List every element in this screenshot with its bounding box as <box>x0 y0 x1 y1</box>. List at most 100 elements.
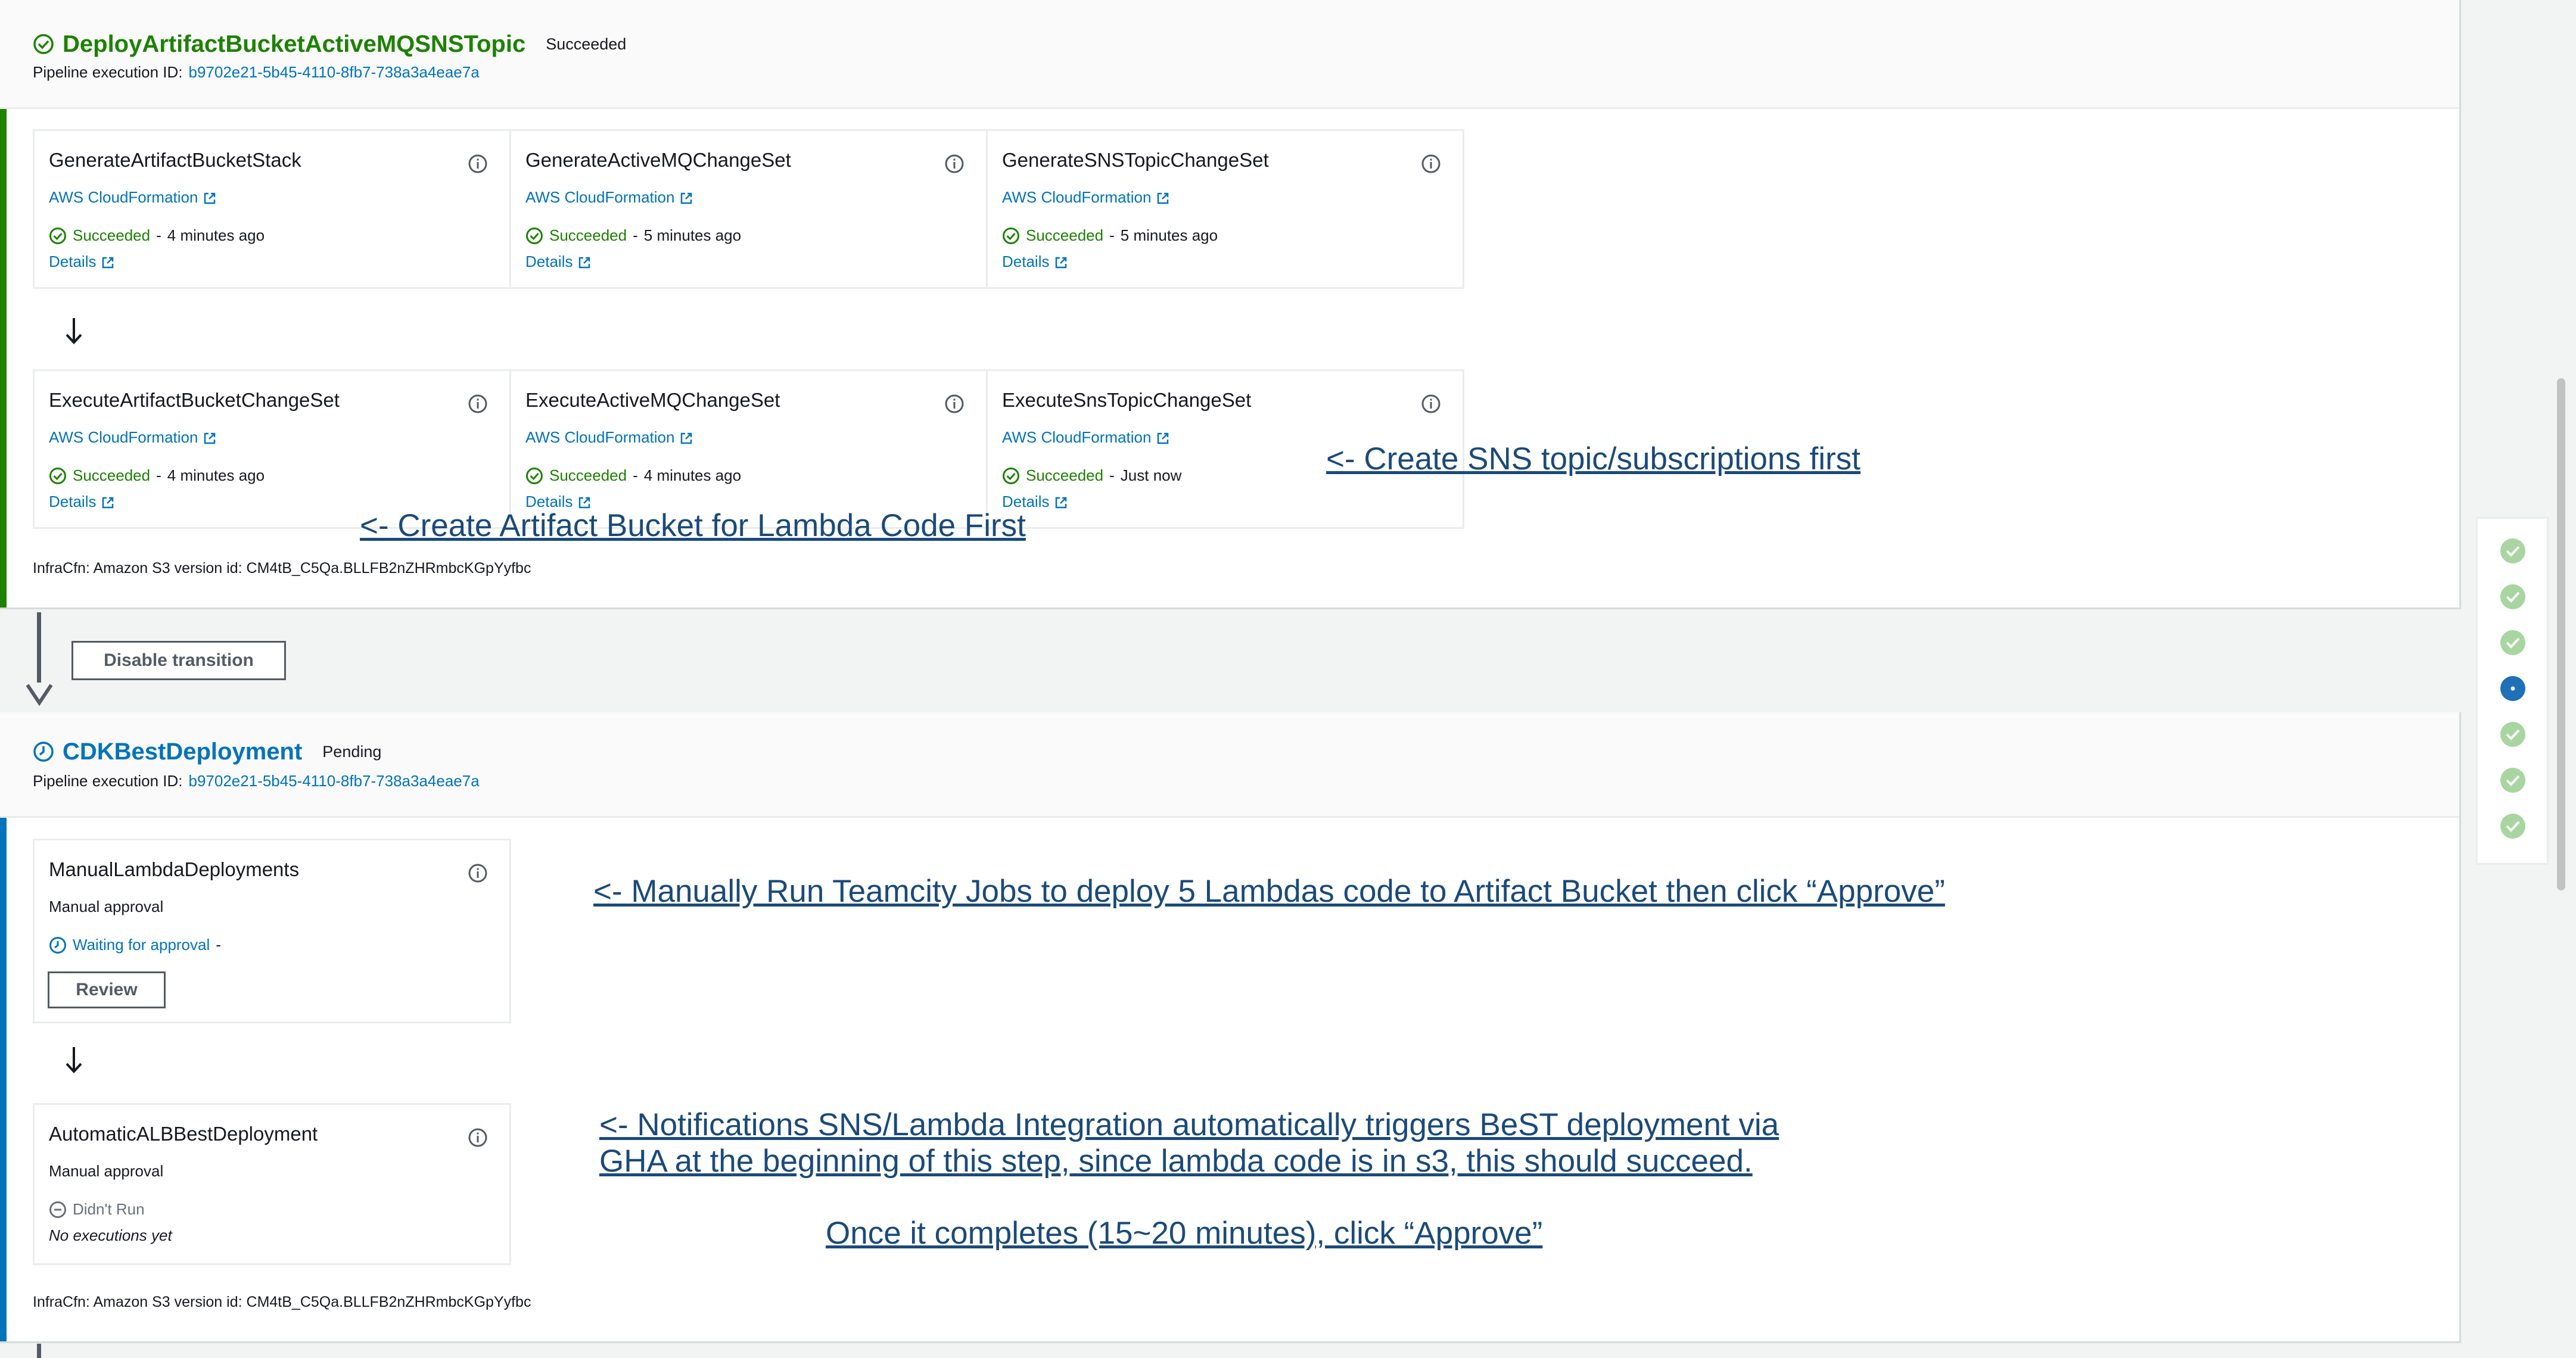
success-check-icon <box>49 227 66 244</box>
provider-label: AWS CloudFormation <box>1002 428 1152 446</box>
pipeline-id-link[interactable]: b9702e21-5b45-4110-8fb7-738a3a4eae7a <box>188 63 479 81</box>
details-label: Details <box>525 253 573 270</box>
provider-link[interactable]: AWS CloudFormation <box>49 188 217 207</box>
provider-link[interactable]: AWS CloudFormation <box>49 428 217 447</box>
transition-line <box>37 612 41 683</box>
success-check-icon <box>526 467 543 484</box>
transition-line <box>37 1344 41 1358</box>
status-text: Succeeded <box>1026 226 1104 244</box>
action-status: Succeeded -4 minutes ago <box>525 466 741 485</box>
action-card: GenerateArtifactBucketStack AWS CloudFor… <box>33 129 511 289</box>
infra-version-id: InfraCfn: Amazon S3 version id: CM4tB_C5… <box>33 1294 531 1310</box>
action-name: ManualLambdaDeployments <box>49 858 300 880</box>
external-link-icon <box>579 257 590 269</box>
external-link-icon <box>1056 497 1067 509</box>
stage-title: DeployArtifactBucketActiveMQSNSTopic Suc… <box>33 26 626 62</box>
transition-arrow-icon <box>26 684 53 706</box>
scrollbar-thumb[interactable] <box>2557 378 2565 890</box>
pending-clock-icon <box>49 936 66 954</box>
pending-clock-icon <box>33 742 54 762</box>
action-type: Manual approval <box>49 1162 164 1180</box>
nav-step-in-progress-icon[interactable] <box>2500 675 2526 702</box>
status-time: 4 minutes ago <box>643 466 742 484</box>
details-label: Details <box>49 493 97 510</box>
external-link-icon <box>681 432 692 444</box>
status-text: Succeeded <box>1026 466 1104 484</box>
status-separator: - <box>216 936 221 954</box>
action-card: ExecuteActiveMQChangeSet AWS CloudFormat… <box>509 369 988 529</box>
info-icon[interactable] <box>468 394 488 414</box>
provider-link[interactable]: AWS CloudFormation <box>525 188 693 207</box>
provider-label: AWS CloudFormation <box>1002 188 1152 206</box>
action-name: GenerateActiveMQChangeSet <box>525 149 791 171</box>
stage-name: DeployArtifactBucketActiveMQSNSTopic <box>63 30 526 57</box>
info-icon[interactable] <box>468 863 488 883</box>
pipeline-id-link[interactable]: b9702e21-5b45-4110-8fb7-738a3a4eae7a <box>188 772 479 790</box>
action-name: ExecuteSnsTopicChangeSet <box>1002 389 1252 411</box>
action-card: GenerateActiveMQChangeSet AWS CloudForma… <box>509 129 988 289</box>
external-link-icon <box>1158 192 1169 204</box>
nav-step-success-icon[interactable] <box>2500 721 2526 747</box>
stage-status: Pending <box>322 742 382 761</box>
annotation-notifications-line1: <- Notifications SNS/Lambda Integration … <box>599 1107 1779 1142</box>
info-icon[interactable] <box>468 1127 488 1148</box>
annotation-notifications-line2: GHA at the beginning of this step, since… <box>599 1144 1753 1179</box>
action-status: Succeeded -4 minutes ago <box>49 466 265 485</box>
nav-step-success-icon[interactable] <box>2500 767 2526 793</box>
action-status: Succeeded -4 minutes ago <box>49 226 265 245</box>
no-executions-text: No executions yet <box>49 1226 172 1244</box>
status-time: Just now <box>1120 466 1182 484</box>
review-button[interactable]: Review <box>48 971 166 1008</box>
success-check-icon <box>1003 227 1019 244</box>
info-icon[interactable] <box>1421 154 1441 174</box>
info-icon[interactable] <box>944 394 965 414</box>
status-time: 5 minutes ago <box>1120 226 1218 244</box>
pipeline-id-label: Pipeline execution ID: <box>33 772 183 790</box>
disable-transition-button[interactable]: Disable transition <box>71 641 286 680</box>
success-check-icon <box>33 34 54 54</box>
action-name: ExecuteArtifactBucketChangeSet <box>49 389 340 411</box>
external-link-icon <box>102 257 114 269</box>
stage-navigator <box>2476 517 2549 865</box>
details-link[interactable]: Details <box>49 253 115 271</box>
action-name: ExecuteActiveMQChangeSet <box>525 389 780 411</box>
info-icon[interactable] <box>1421 394 1441 414</box>
pipeline-execution-id: Pipeline execution ID: b9702e21-5b45-4110… <box>33 63 480 82</box>
infra-version-id: InfraCfn: Amazon S3 version id: CM4tB_C5… <box>33 560 531 577</box>
pipeline-execution-id: Pipeline execution ID: b9702e21-5b45-4110… <box>33 772 480 790</box>
nav-step-success-icon[interactable] <box>2500 538 2526 564</box>
provider-link[interactable]: AWS CloudFormation <box>1002 428 1170 447</box>
details-link[interactable]: Details <box>49 493 115 511</box>
action-card: GenerateSNSTopicChangeSet AWS CloudForma… <box>986 129 1464 289</box>
nav-step-success-icon[interactable] <box>2500 813 2526 839</box>
action-card-manual-lambda: ManualLambdaDeployments Manual approval … <box>33 839 511 1023</box>
action-status: Succeeded - Just now <box>1002 466 1181 485</box>
annotation-approve-after-complete: Once it completes (15~20 minutes), click… <box>826 1216 1543 1251</box>
arrow-down-icon <box>66 318 82 344</box>
provider-link[interactable]: AWS CloudFormation <box>525 428 693 447</box>
nav-step-success-icon[interactable] <box>2500 630 2526 656</box>
annotation-notifications: <- Notifications SNS/Lambda Integration … <box>599 1107 1779 1179</box>
external-link-icon <box>681 192 692 204</box>
info-icon[interactable] <box>468 154 488 174</box>
status-text: Succeeded <box>549 466 627 484</box>
provider-link[interactable]: AWS CloudFormation <box>1002 188 1170 207</box>
annotation-sns-first: <- Create SNS topic/subscriptions first <box>1326 441 1861 476</box>
details-link[interactable]: Details <box>1002 253 1068 271</box>
status-text: Waiting for approval <box>73 936 210 954</box>
action-card: ExecuteArtifactBucketChangeSet AWS Cloud… <box>33 369 511 529</box>
details-link[interactable]: Details <box>525 253 592 271</box>
action-type: Manual approval <box>49 898 164 915</box>
nav-step-success-icon[interactable] <box>2500 584 2526 610</box>
external-link-icon <box>204 192 216 204</box>
provider-label: AWS CloudFormation <box>49 428 198 446</box>
info-icon[interactable] <box>944 154 965 174</box>
action-name: AutomaticALBBestDeployment <box>49 1123 318 1145</box>
action-row-execute: ExecuteArtifactBucketChangeSet AWS Cloud… <box>33 369 1464 529</box>
annotation-artifact-bucket: <- Create Artifact Bucket for Lambda Cod… <box>360 508 1026 543</box>
action-status: Succeeded -5 minutes ago <box>525 226 741 245</box>
annotation-manual-teamcity: <- Manually Run Teamcity Jobs to deploy … <box>593 874 1945 909</box>
action-row-generate: GenerateArtifactBucketStack AWS CloudFor… <box>33 129 1464 289</box>
provider-label: AWS CloudFormation <box>525 188 675 206</box>
status-text: Succeeded <box>73 226 151 244</box>
